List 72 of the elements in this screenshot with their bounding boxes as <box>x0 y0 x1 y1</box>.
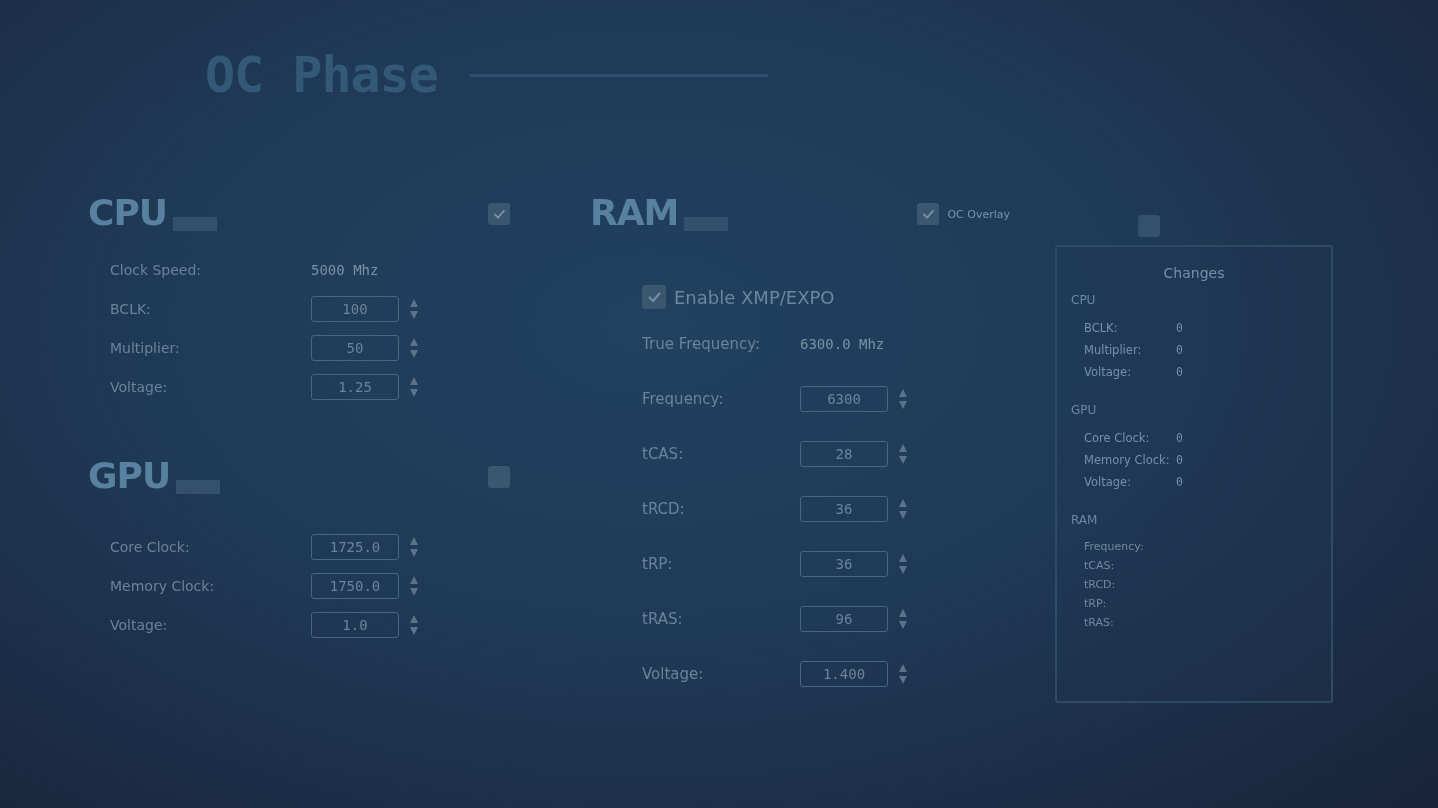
change-label: Memory Clock: <box>1084 453 1171 467</box>
spinner-arrows-icon[interactable] <box>409 298 419 320</box>
group-heading: GPU <box>1071 403 1098 417</box>
group-heading: CPU <box>1071 293 1097 307</box>
panel-title: Changes <box>1162 265 1226 281</box>
spinner-arrows-icon[interactable] <box>409 614 419 636</box>
change-label: Voltage: <box>1084 365 1132 379</box>
checkbox[interactable] <box>917 203 940 225</box>
change-value: 0 <box>1176 453 1183 467</box>
field-label: Core Clock: <box>110 539 191 555</box>
change-label: BCLK: <box>1084 321 1119 335</box>
field-label: Voltage: <box>110 617 169 633</box>
change-value: 0 <box>1176 431 1183 445</box>
field-label: tRAS: <box>642 610 684 628</box>
number-field[interactable]: 36 <box>800 496 888 522</box>
number-field[interactable]: 28 <box>800 441 888 467</box>
number-field[interactable]: 6300 <box>800 386 888 412</box>
checkbox[interactable] <box>488 203 510 225</box>
checkbox[interactable] <box>1138 215 1160 237</box>
heading-tag <box>176 480 221 494</box>
change-label: tRCD: <box>1084 578 1117 591</box>
spinner-arrows-icon[interactable] <box>898 388 908 410</box>
field-label: Voltage: <box>642 665 705 683</box>
field-label: Clock Speed: <box>110 262 203 278</box>
checkbox-label: OC Overlay <box>947 207 1010 221</box>
change-value: 0 <box>1176 343 1183 357</box>
change-label: Frequency: <box>1084 540 1145 553</box>
field-label: BCLK: <box>110 301 152 317</box>
spinner-arrows-icon[interactable] <box>898 663 908 685</box>
number-field[interactable]: 100 <box>311 296 399 322</box>
field-label: Frequency: <box>642 390 725 408</box>
group-heading: RAM <box>1071 513 1099 527</box>
field-label: tRP: <box>642 555 674 573</box>
number-field[interactable]: 1.25 <box>311 374 399 400</box>
change-label: tRP: <box>1084 597 1108 610</box>
spinner-arrows-icon[interactable] <box>409 376 419 398</box>
spinner-arrows-icon[interactable] <box>409 575 419 597</box>
number-field[interactable]: 1.400 <box>800 661 888 687</box>
section-heading: RAM <box>590 195 679 231</box>
spinner-arrows-icon[interactable] <box>898 608 908 630</box>
field-label: Multiplier: <box>110 340 181 356</box>
number-field[interactable]: 96 <box>800 606 888 632</box>
field-label: tRCD: <box>642 500 686 518</box>
change-label: tRAS: <box>1084 616 1115 629</box>
number-field[interactable]: 1750.0 <box>311 573 399 599</box>
checkbox-label: Enable XMP/EXPO <box>674 286 835 308</box>
change-value: 0 <box>1176 321 1183 335</box>
change-value: 0 <box>1176 475 1183 489</box>
change-label: Multiplier: <box>1084 343 1143 357</box>
change-label: tCAS: <box>1084 559 1116 572</box>
section-heading: GPU <box>88 458 171 494</box>
checkbox[interactable] <box>488 466 510 488</box>
readout-value: 5000 Mhz <box>311 262 379 278</box>
field-label: Memory Clock: <box>110 578 216 594</box>
change-label: Voltage: <box>1084 475 1132 489</box>
number-field[interactable]: 1.0 <box>311 612 399 638</box>
spinner-arrows-icon[interactable] <box>409 337 419 359</box>
field-label: True Frequency: <box>642 335 762 353</box>
spinner-arrows-icon[interactable] <box>409 536 419 558</box>
checkbox[interactable] <box>642 285 666 309</box>
spinner-arrows-icon[interactable] <box>898 553 908 575</box>
section-heading: CPU <box>88 195 168 231</box>
field-label: tCAS: <box>642 445 685 463</box>
spinner-arrows-icon[interactable] <box>898 498 908 520</box>
number-field[interactable]: 50 <box>311 335 399 361</box>
field-label: Voltage: <box>110 379 169 395</box>
number-field[interactable]: 1725.0 <box>311 534 399 560</box>
number-field[interactable]: 36 <box>800 551 888 577</box>
spinner-arrows-icon[interactable] <box>898 443 908 465</box>
change-value: 0 <box>1176 365 1183 379</box>
change-label: Core Clock: <box>1084 431 1151 445</box>
readout-value: 6300.0 Mhz <box>800 336 885 352</box>
